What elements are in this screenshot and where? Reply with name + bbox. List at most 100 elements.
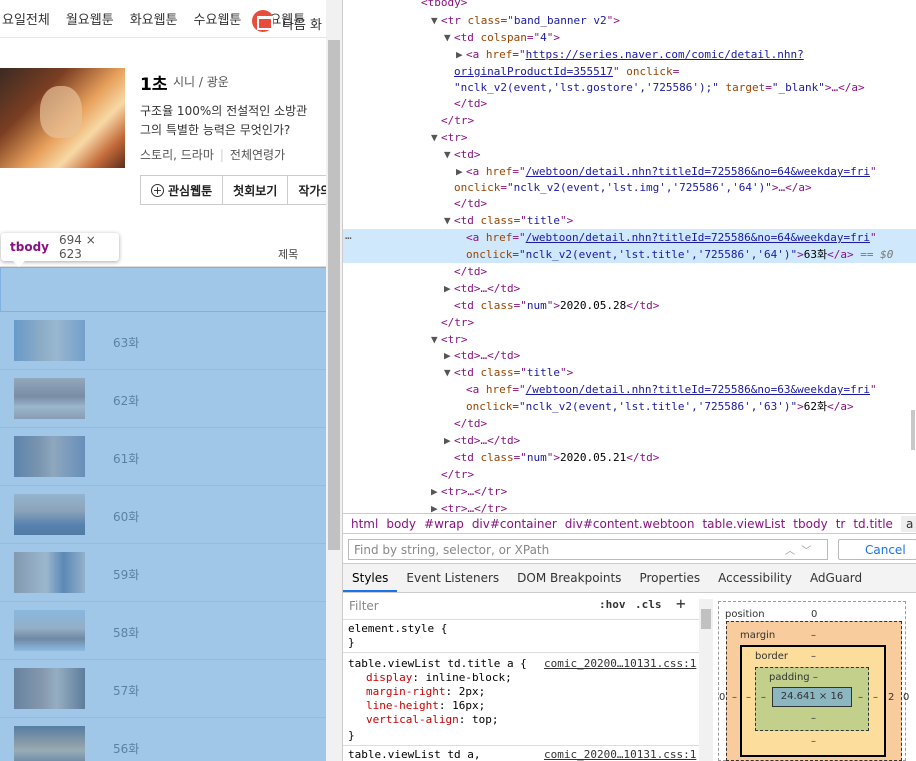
styles-filter-input[interactable]: Filter	[347, 597, 589, 615]
dom-close-tr[interactable]: </tr>	[343, 112, 916, 129]
css-property[interactable]: vertical-align: top;	[348, 713, 698, 727]
breadcrumb-a[interactable]: a	[900, 515, 916, 532]
cancel-search-button[interactable]: Cancel	[838, 539, 916, 560]
expand-arrow-icon[interactable]: ▶	[444, 280, 454, 297]
css-property[interactable]: display: inline-block;	[348, 671, 698, 685]
dom-node-tr-collapsed[interactable]: ▶ <tr>…</tr>	[343, 483, 916, 500]
dom-node-a-title-64-cont[interactable]: onclick="nclk_v2(event,'lst.title','7255…	[343, 246, 916, 263]
favorite-button[interactable]: + 관심웹툰	[141, 176, 224, 204]
tab-tuesday[interactable]: 화요웹툰	[130, 9, 178, 28]
css-property-value[interactable]: 16px;	[452, 699, 485, 712]
tab-dom-breakpoints[interactable]: DOM Breakpoints	[508, 564, 630, 592]
dom-node-td-num-63[interactable]: <td class="num">2020.05.21</td>	[343, 449, 916, 466]
element-style-rule[interactable]: element.style {	[348, 622, 698, 636]
dom-node-tr-63[interactable]: ▼ <tr>	[343, 331, 916, 348]
tab-adguard[interactable]: AdGuard	[801, 564, 871, 592]
elements-scrollbar-thumb[interactable]	[911, 410, 915, 450]
tab-all-days[interactable]: 요일전체	[2, 9, 50, 28]
breadcrumb-wrap[interactable]: #wrap	[424, 517, 464, 531]
breadcrumb-tr[interactable]: tr	[836, 517, 846, 531]
dom-close-td[interactable]: </td>	[343, 95, 916, 112]
dom-node-td-collapsed[interactable]: ▶ <td>…</td>	[343, 432, 916, 449]
rule-close: }	[348, 729, 355, 742]
rule-selector-td-a[interactable]: table.viewList td a, comic_20200…10131.cs…	[348, 748, 698, 761]
breadcrumb-container[interactable]: div#container	[472, 517, 557, 531]
rule-source-link[interactable]: comic_20200…10131.css:1	[544, 657, 696, 671]
more-options-icon[interactable]: …	[345, 229, 352, 242]
dom-close-td[interactable]: </td>	[343, 263, 916, 280]
expand-arrow-icon[interactable]: ▶	[456, 163, 466, 180]
collapse-arrow-icon[interactable]: ▼	[431, 331, 441, 348]
rule-source-link[interactable]: comic_20200…10131.css:1	[544, 748, 696, 761]
dom-node-td-colspan[interactable]: ▼ <td colspan="4">	[343, 29, 916, 46]
new-rule-icon[interactable]: +	[676, 594, 686, 613]
styles-scrollbar-thumb[interactable]	[701, 609, 711, 629]
tab-styles[interactable]: Styles	[343, 564, 398, 592]
dom-node-td-collapsed[interactable]: ▶ <td>…</td>	[343, 347, 916, 364]
tab-event-listeners[interactable]: Event Listeners	[397, 564, 508, 592]
collapse-arrow-icon[interactable]: ▼	[431, 12, 441, 29]
collapse-arrow-icon[interactable]: ▼	[444, 212, 454, 229]
elements-scrollbar[interactable]	[909, 0, 916, 513]
css-property-value[interactable]: top;	[472, 713, 499, 726]
tab-wednesday[interactable]: 수요웹툰	[194, 9, 242, 28]
dom-node-a-title-63[interactable]: <a href="/webtoon/detail.nhn?titleId=725…	[343, 381, 916, 398]
tab-accessibility[interactable]: Accessibility	[709, 564, 801, 592]
breadcrumb-html[interactable]: html	[351, 517, 378, 531]
dom-close-tr[interactable]: </tr>	[343, 314, 916, 331]
collapse-arrow-icon[interactable]: ▼	[431, 129, 441, 146]
dom-node-a-series[interactable]: ▶ <a href="https://series.naver.com/comic…	[343, 46, 916, 63]
dom-close-tr[interactable]: </tr>	[343, 466, 916, 483]
expand-arrow-icon[interactable]: ▶	[444, 347, 454, 364]
dom-node-td-num-64[interactable]: <td class="num">2020.05.28</td>	[343, 297, 916, 314]
expand-arrow-icon[interactable]: ▶	[444, 432, 454, 449]
class-toggle[interactable]: .cls	[635, 598, 662, 611]
styles-scrollbar[interactable]	[699, 599, 713, 761]
css-property[interactable]: line-height: 16px;	[348, 699, 698, 713]
chevron-up-icon[interactable]: ︿	[785, 546, 795, 557]
collapse-arrow-icon[interactable]: ▼	[444, 364, 454, 381]
collapse-arrow-icon[interactable]: ▼	[444, 146, 454, 163]
breadcrumb-td-title[interactable]: td.title	[853, 517, 893, 531]
dom-node-td-img[interactable]: ▼ <td>	[343, 146, 916, 163]
chevron-down-icon[interactable]: ﹀	[801, 546, 811, 557]
css-property-name[interactable]: display	[366, 671, 412, 684]
page-scrollbar[interactable]	[326, 0, 342, 761]
dom-node-td-title-63[interactable]: ▼ <td class="title">	[343, 364, 916, 381]
dom-node-td-title-64[interactable]: ▼ <td class="title">	[343, 212, 916, 229]
rule-selector-title-a[interactable]: table.viewList td.title a {comic_20200…1…	[348, 657, 698, 671]
css-property-name[interactable]: vertical-align	[366, 713, 459, 726]
first-episode-button[interactable]: 첫회보기	[223, 176, 289, 204]
breadcrumb-viewlist[interactable]: table.viewList	[702, 517, 785, 531]
description-line-2: 그의 특별한 능력은 무엇인가?	[140, 123, 291, 137]
dom-node-tr-collapsed[interactable]: ▶ <tr>…</tr>	[343, 500, 916, 513]
collapse-arrow-icon[interactable]: ▼	[444, 29, 454, 46]
expand-arrow-icon[interactable]: ▶	[431, 500, 441, 513]
dom-close-td[interactable]: </td>	[343, 195, 916, 212]
dom-node-a-title-64-selected[interactable]: <a href="/webtoon/detail.nhn?titleId=725…	[343, 229, 916, 246]
css-property-value[interactable]: inline-block;	[426, 671, 512, 684]
dom-node-tr-banner[interactable]: ▼ <tr class="band_banner v2">	[343, 12, 916, 29]
expand-arrow-icon[interactable]: ▶	[431, 483, 441, 500]
hover-state-toggle[interactable]: :hov	[599, 598, 626, 611]
breadcrumb-tbody[interactable]: tbody	[793, 517, 827, 531]
comic-action-buttons: + 관심웹툰 첫회보기 작가의	[140, 175, 342, 205]
dom-node-td-collapsed[interactable]: ▶ <td>…</td>	[343, 280, 916, 297]
dom-close-td[interactable]: </td>	[343, 415, 916, 432]
dom-search-input[interactable]: Find by string, selector, or XPath	[348, 539, 828, 560]
page-scrollbar-thumb[interactable]	[328, 40, 340, 550]
css-property-name[interactable]: margin-right	[366, 685, 445, 698]
breadcrumb-content[interactable]: div#content.webtoon	[565, 517, 695, 531]
expand-arrow-icon[interactable]: ▶	[456, 46, 466, 63]
dom-node-tr-64[interactable]: ▼ <tr>	[343, 129, 916, 146]
comic-genre-row: 스토리, 드라마 | 전체연령가	[140, 146, 285, 163]
tab-monday[interactable]: 월요웹툰	[66, 9, 114, 28]
css-property-name[interactable]: line-height	[366, 699, 439, 712]
tab-properties[interactable]: Properties	[630, 564, 709, 592]
css-property[interactable]: margin-right: 2px;	[348, 685, 698, 699]
css-property-value[interactable]: 2px;	[459, 685, 486, 698]
comic-cover-image[interactable]	[0, 68, 125, 168]
dom-node-tbody[interactable]: <tbody>	[343, 0, 916, 11]
dom-node-a-img[interactable]: ▶ <a href="/webtoon/detail.nhn?titleId=72…	[343, 163, 916, 180]
breadcrumb-body[interactable]: body	[386, 517, 416, 531]
